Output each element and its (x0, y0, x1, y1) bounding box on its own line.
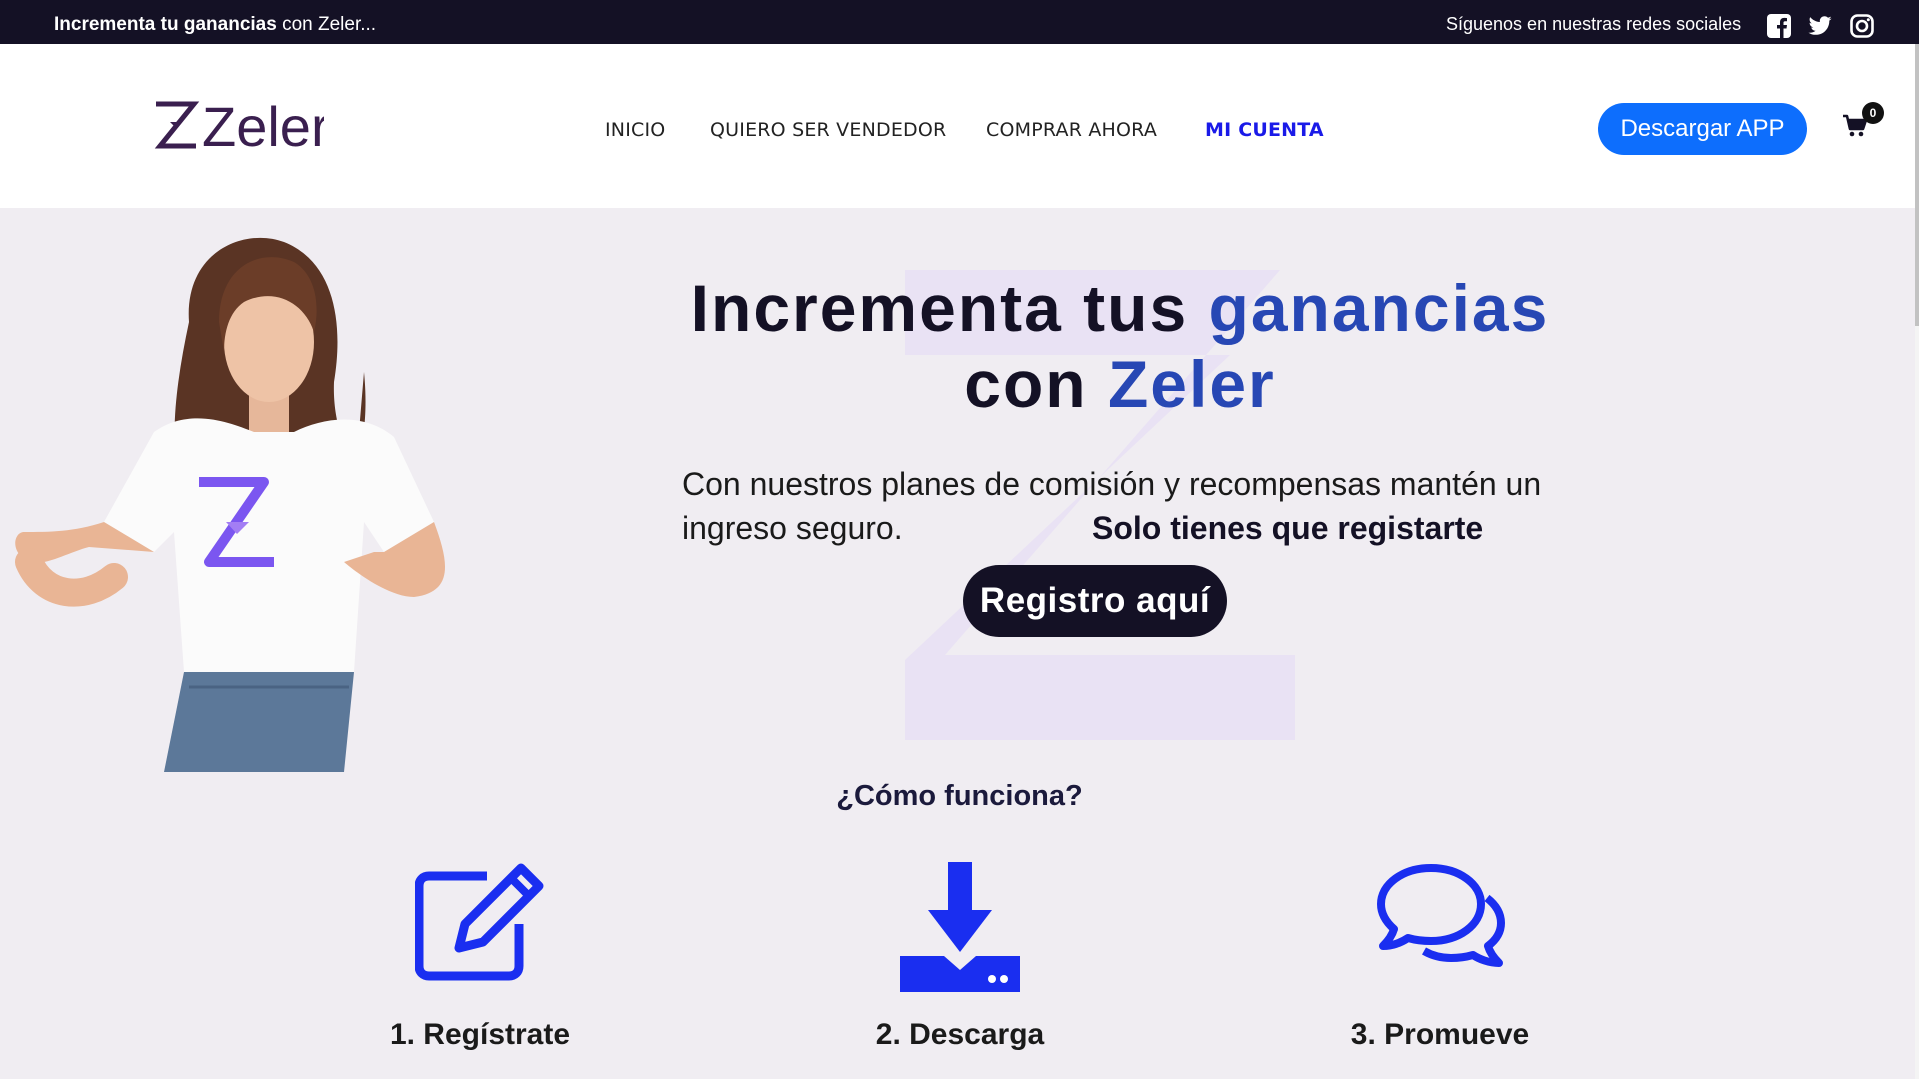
instagram-icon[interactable] (1849, 13, 1875, 39)
social-label: Síguenos en nuestras redes sociales (1446, 14, 1742, 34)
nav-mi-cuenta[interactable]: MI CUENTA (1205, 119, 1324, 141)
download-app-button[interactable]: Descargar APP (1598, 103, 1807, 155)
logo-text: Zeler (202, 96, 324, 156)
hero-description: Con nuestros planes de comisión y recomp… (682, 462, 1602, 550)
twitter-icon[interactable] (1807, 13, 1833, 39)
cart-count-badge: 0 (1862, 102, 1884, 124)
hero-title-line-1: Incrementa tus ganancias (690, 271, 1550, 345)
hero-title-line-2: con Zeler (964, 347, 1276, 421)
facebook-icon[interactable] (1766, 13, 1792, 39)
hero-cta-text: Solo tienes que registarte (1092, 510, 1484, 546)
how-it-works-title: ¿Cómo funciona? (836, 780, 1083, 812)
edit-icon (415, 863, 544, 981)
download-icon (900, 862, 1020, 992)
promo-text: Incrementa tu ganancias con Zeler... (54, 14, 377, 35)
top-bar: Incrementa tu ganancias con Zeler... Síg… (0, 0, 1919, 44)
nav-inicio[interactable]: INICIO (605, 119, 665, 141)
nav-quiero-ser-vendedor[interactable]: QUIERO SER VENDEDOR (710, 119, 946, 141)
scrollbar-thumb[interactable] (1915, 44, 1919, 326)
step-2-label: 2. Descarga (875, 1018, 1045, 1051)
model-image (15, 237, 446, 772)
zeler-logo[interactable]: Zeler (152, 96, 324, 156)
scrollbar[interactable] (1915, 44, 1919, 1079)
step-3-label: 3. Promueve (1350, 1018, 1530, 1051)
register-button[interactable]: Registro aquí (963, 565, 1227, 637)
site-header: Zeler INICIO QUIERO SER VENDEDOR COMPRAR… (0, 44, 1915, 208)
comments-icon (1377, 864, 1505, 967)
nav-comprar-ahora[interactable]: COMPRAR AHORA (986, 119, 1157, 141)
step-1-label: 1. Regístrate (389, 1018, 571, 1051)
hero-title: Incrementa tus ganancias con Zeler (590, 270, 1650, 422)
